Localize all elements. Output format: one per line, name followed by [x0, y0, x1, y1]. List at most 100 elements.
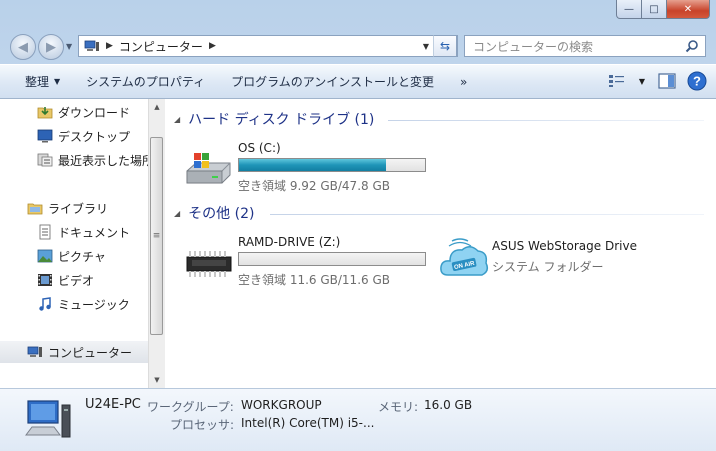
sidebar-item-label: ライブラリ: [48, 201, 109, 216]
scroll-down-icon[interactable]: ▼: [149, 372, 165, 388]
sidebar-item-recent-places[interactable]: 最近表示した場所: [0, 149, 148, 171]
desktop-icon: [37, 129, 53, 143]
drive-ramd-z[interactable]: RAMD-DRIVE (Z:) 空き領域 11.6 GB/11.6 GB: [184, 235, 444, 291]
organize-label: 整理: [25, 75, 50, 89]
drive-os-c[interactable]: OS (C:) 空き領域 9.92 GB/47.8 GB: [184, 141, 444, 197]
address-bar[interactable]: ▶ コンピューター ▶: [78, 35, 458, 57]
sidebar-item-desktop[interactable]: デスクトップ: [0, 125, 148, 147]
sidebar-item-videos[interactable]: ビデオ: [0, 269, 148, 291]
pc-name: U24E-PC: [85, 397, 141, 412]
document-icon: [39, 224, 51, 240]
view-options-dropdown[interactable]: ▼: [636, 70, 648, 92]
disk-usage-bar: [238, 158, 426, 172]
preview-pane-button[interactable]: [656, 70, 678, 92]
organize-button[interactable]: 整理 ▼: [12, 70, 73, 94]
navigation-scrollbar[interactable]: ▲ ≡ ▼: [148, 99, 165, 388]
search-icon[interactable]: [685, 39, 699, 53]
memory-label: メモリ:: [378, 400, 419, 414]
search-box[interactable]: コンピューターの検索: [464, 35, 706, 57]
navigation-bar: ◀ ▶ ▼ ▶ コンピューター ▶ ▼ ⇆ コンピューターの検索: [0, 30, 716, 64]
picture-icon: [37, 249, 53, 263]
group-divider: [388, 120, 704, 121]
more-commands-button[interactable]: »: [447, 70, 480, 94]
details-pane: U24E-PC ワークグループ: WORKGROUP メモリ: 16.0 GB …: [0, 388, 716, 451]
free-space-text: 空き領域 9.92 GB/47.8 GB: [238, 179, 390, 193]
download-folder-icon: [37, 107, 53, 119]
view-list-icon: [609, 75, 624, 87]
command-bar: 整理 ▼ システムのプロパティ プログラムのアンインストールと変更 » ▼ ?: [0, 64, 716, 99]
address-history-dropdown[interactable]: ▼: [419, 35, 433, 57]
asus-webstorage-drive[interactable]: ON AIR ASUS WebStorage Drive システム フォルダー: [438, 235, 708, 291]
library-icon: [27, 203, 43, 215]
sidebar-item-pictures[interactable]: ピクチャ: [0, 245, 148, 267]
sidebar-item-label: コンピューター: [48, 345, 133, 360]
sidebar-item-label: 最近表示した場所: [58, 153, 148, 168]
caption-buttons: — □ ✕: [616, 0, 710, 19]
sidebar-item-music[interactable]: ミュージック: [0, 293, 148, 315]
preview-pane-icon: [658, 73, 676, 89]
breadcrumb-chevron-icon[interactable]: ▶: [209, 41, 216, 51]
memory-value: 16.0 GB: [424, 398, 473, 412]
sidebar-item-downloads[interactable]: ダウンロード: [0, 101, 148, 123]
navigation-pane: ダウンロード デスクトップ 最近表示した場所 ライブラリ ドキュメント ピクチャ…: [0, 99, 148, 388]
sidebar-item-label: ミュージック: [58, 297, 130, 312]
video-icon: [38, 274, 52, 286]
uninstall-program-button[interactable]: プログラムのアンインストールと変更: [218, 70, 447, 94]
arrow-right-icon: ▶: [46, 39, 56, 55]
close-button[interactable]: ✕: [667, 0, 710, 19]
recent-pages-dropdown[interactable]: ▼: [66, 42, 72, 51]
group-header-hard-disks[interactable]: ◢ ハード ディスク ドライブ (1): [174, 108, 374, 130]
maximize-button[interactable]: □: [642, 0, 667, 19]
sidebar-item-libraries[interactable]: ライブラリ: [0, 197, 148, 219]
view-controls: ▼ ?: [606, 70, 708, 92]
ram-chip-icon: [186, 251, 232, 277]
collapse-triangle-icon[interactable]: ◢: [174, 115, 180, 124]
breadcrumb-computer[interactable]: コンピューター: [119, 38, 203, 55]
group-header-other[interactable]: ◢ その他 (2): [174, 202, 254, 224]
folder-name: ASUS WebStorage Drive: [492, 239, 637, 253]
sidebar-item-label: ビデオ: [58, 273, 95, 288]
help-button[interactable]: ?: [686, 70, 708, 92]
sidebar-item-computer[interactable]: コンピューター: [0, 341, 148, 363]
scroll-up-icon[interactable]: ▲: [149, 99, 165, 115]
svg-text:?: ?: [693, 74, 701, 89]
computer-icon: [25, 400, 71, 438]
free-space-text: 空き領域 11.6 GB/11.6 GB: [238, 273, 390, 287]
music-icon: [39, 297, 51, 311]
folder-type: システム フォルダー: [492, 260, 604, 274]
sidebar-item-label: ピクチャ: [58, 249, 106, 264]
workgroup-value: WORKGROUP: [241, 398, 322, 412]
sidebar-item-label: デスクトップ: [58, 129, 131, 144]
processor-label: プロセッサ:: [170, 418, 235, 432]
group-header-label: ハード ディスク ドライブ (1): [188, 112, 375, 128]
cloud-storage-icon: ON AIR: [440, 238, 489, 276]
disk-usage-bar: [238, 252, 426, 266]
system-properties-button[interactable]: システムのプロパティ: [73, 70, 218, 94]
refresh-icon: ⇆: [439, 39, 451, 53]
back-button[interactable]: ◀: [10, 34, 36, 60]
recent-places-icon: [37, 153, 53, 167]
refresh-button[interactable]: ⇆: [433, 35, 457, 57]
file-list: ◢ ハード ディスク ドライブ (1) OS (C:) 空き領域 9.92 GB…: [166, 99, 716, 388]
forward-button[interactable]: ▶: [38, 34, 64, 60]
content-area: ダウンロード デスクトップ 最近表示した場所 ライブラリ ドキュメント ピクチャ…: [0, 99, 716, 388]
disk-usage-fill: [239, 159, 386, 171]
drive-name: OS (C:): [238, 141, 281, 155]
search-input[interactable]: コンピューターの検索: [473, 38, 685, 55]
help-icon: ?: [687, 71, 707, 91]
group-divider: [270, 214, 704, 215]
sidebar-item-label: ドキュメント: [58, 225, 131, 240]
chevron-down-icon: ▼: [54, 77, 61, 86]
workgroup-label: ワークグループ:: [147, 400, 234, 414]
title-bar: — □ ✕: [0, 0, 716, 30]
processor-value: Intel(R) Core(TM) i5-...: [241, 416, 375, 430]
computer-icon: [84, 40, 99, 51]
explorer-window: — □ ✕ ◀ ▶ ▼ ▶ コンピューター ▶ ▼ ⇆ コンピューターの検索 整…: [0, 0, 716, 451]
sidebar-item-documents[interactable]: ドキュメント: [0, 221, 148, 243]
change-view-button[interactable]: [606, 70, 628, 92]
minimize-button[interactable]: —: [616, 0, 642, 19]
scrollbar-thumb[interactable]: ≡: [150, 137, 163, 335]
breadcrumb-chevron-icon[interactable]: ▶: [106, 41, 113, 51]
computer-icon: [27, 346, 42, 357]
collapse-triangle-icon[interactable]: ◢: [174, 209, 180, 218]
